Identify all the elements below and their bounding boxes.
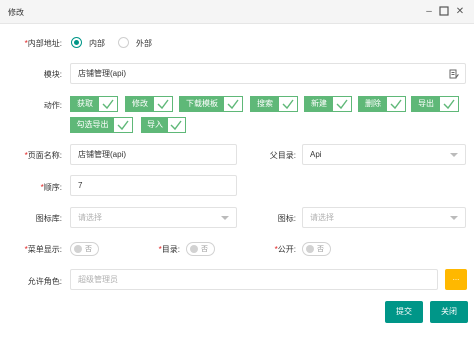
icon-select[interactable]: 请选择 [302,207,466,228]
radio-external[interactable] [118,37,129,48]
radio-external-label: 外部 [136,39,152,48]
edit-icon[interactable] [449,68,459,87]
order-value: 7 [78,181,83,190]
radio-internal[interactable] [71,37,82,48]
chevron-down-icon [221,216,229,220]
roles-label: 允许角色: [27,277,62,286]
menu-show-toggle[interactable]: 否 [70,242,99,256]
action-export[interactable]: 导出 [411,96,459,112]
action-import[interactable]: 导入 [141,117,186,133]
public-toggle[interactable]: 否 [302,242,331,256]
parent-dir-value: Api [310,150,322,159]
icon-lib-select[interactable]: 请选择 [70,207,237,228]
submit-button[interactable]: 提交 [385,301,423,323]
action-search[interactable]: 搜索 [250,96,298,112]
page-name-value: 店铺管理(api) [78,150,127,159]
check-icon [170,120,182,131]
maximize-icon[interactable] [438,6,450,18]
roles-input[interactable]: 超级管理员 [70,269,438,290]
icon-label: 图标: [277,214,296,223]
action-new[interactable]: 新建 [304,96,352,112]
menu-show-label: *菜单显示: [24,245,62,254]
public-label: *公开: [274,245,296,254]
minimize-icon[interactable]: – [423,6,435,18]
roles-placeholder: 超级管理员 [78,275,118,284]
close-button[interactable]: 关闭 [430,301,468,323]
action-export-selected[interactable]: 勾选导出 [70,117,133,133]
action-edit[interactable]: 修改 [125,96,173,112]
module-value: 店铺管理(api) [78,69,127,78]
action-download-template[interactable]: 下载模板 [179,96,243,112]
action-get[interactable]: 获取 [70,96,118,112]
icon-placeholder: 请选择 [310,213,334,222]
module-label: 模块: [43,70,62,79]
check-icon [390,99,402,110]
directory-label: *目录: [158,245,180,254]
check-icon [102,99,114,110]
action-delete[interactable]: 删除 [358,96,406,112]
address-label: *内部地址: [24,39,62,48]
roles-picker-button[interactable]: ... [445,269,467,290]
actions-label: 动作: [43,101,62,110]
order-label: *顺序: [40,183,62,192]
directory-toggle[interactable]: 否 [186,242,215,256]
order-input[interactable]: 7 [70,175,237,196]
icon-lib-label: 图标库: [35,214,62,223]
page-name-input[interactable]: 店铺管理(api) [70,144,237,165]
parent-dir-select[interactable]: Api [302,144,466,165]
chevron-down-icon [450,216,458,220]
icon-lib-placeholder: 请选择 [78,213,102,222]
check-icon [282,99,294,110]
check-icon [117,120,129,131]
window-title: 修改 [8,8,24,17]
close-icon[interactable]: ✕ [454,6,466,18]
check-icon [227,99,239,110]
check-icon [443,99,455,110]
page-name-label: *页面名称: [24,151,62,160]
module-input[interactable]: 店铺管理(api) [70,63,466,84]
title-bar: 修改 – ✕ [0,0,474,24]
radio-internal-label: 内部 [89,39,105,48]
chevron-down-icon [450,153,458,157]
check-icon [157,99,169,110]
check-icon [336,99,348,110]
parent-dir-label: 父目录: [269,151,296,160]
